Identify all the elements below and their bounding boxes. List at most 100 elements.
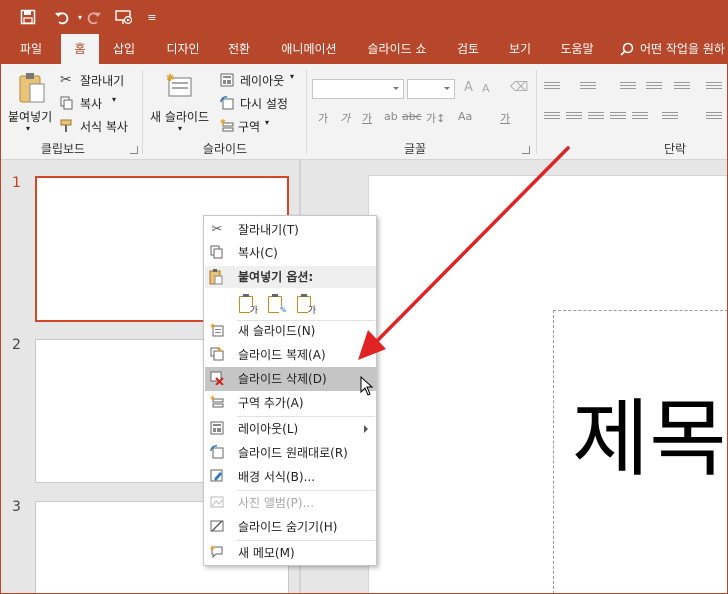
cut-button[interactable]: ✂ 잘라내기 — [60, 70, 140, 90]
chevron-down-icon: ▾ — [26, 124, 31, 133]
menu-item-label: 레이아웃(L) — [238, 422, 299, 436]
format-painter-button[interactable]: 서식 복사 — [60, 116, 140, 136]
line-spacing-icon[interactable] — [674, 82, 690, 94]
chevron-down-icon: ▾ — [265, 118, 270, 127]
tab-transitions[interactable]: 전환 — [218, 34, 260, 64]
italic-icon[interactable]: 가 — [340, 110, 350, 126]
tab-slideshow[interactable]: 슬라이드 쇼 — [358, 34, 436, 64]
undo-icon[interactable] — [52, 7, 72, 27]
tab-design[interactable]: 디자인 — [158, 34, 208, 64]
slide-number: 1 — [12, 175, 21, 191]
menu-item-label: 복사(C) — [238, 246, 278, 260]
align-center-icon[interactable] — [566, 112, 582, 124]
bold-icon[interactable]: 가 — [318, 110, 328, 126]
tab-view[interactable]: 보기 — [500, 34, 540, 64]
decrease-indent-icon[interactable] — [620, 82, 636, 94]
submenu-arrow-icon — [364, 425, 368, 433]
chevron-down-icon: ▾ — [178, 124, 183, 133]
menu-item-duplicate-slide[interactable]: ✱ 슬라이드 복제(A) — [205, 343, 376, 367]
increase-font-icon[interactable]: A — [464, 80, 473, 95]
tab-help[interactable]: 도움말 — [552, 34, 602, 64]
customize-qat-icon[interactable]: ≡ — [142, 7, 162, 27]
hide-slide-icon — [209, 519, 225, 535]
align-right-icon[interactable] — [588, 112, 604, 124]
character-spacing-icon[interactable]: 가↕ — [426, 110, 445, 126]
decrease-font-icon[interactable]: A — [482, 82, 490, 95]
svg-text:✱: ✱ — [210, 395, 215, 402]
numbering-icon[interactable] — [580, 82, 596, 94]
menu-item-label: 배경 서식(B)... — [238, 470, 316, 484]
menu-item-new-slide[interactable]: ✱ 새 슬라이드(N) — [205, 319, 376, 343]
slide-title-text[interactable]: 제목 — [572, 384, 727, 494]
clear-formatting-icon[interactable]: ⌫ — [510, 80, 528, 95]
layout-icon — [220, 73, 234, 87]
paragraph-group-label: 단락 — [663, 142, 687, 156]
menu-item-hide-slide[interactable]: 슬라이드 숨기기(H) — [205, 515, 376, 539]
redo-icon[interactable] — [84, 7, 104, 27]
duplicate-slide-icon: ✱ — [209, 347, 225, 363]
distributed-icon[interactable] — [632, 112, 648, 124]
menu-item-new-comment[interactable]: ✱ 새 메모(M) — [205, 541, 376, 565]
tell-me-box[interactable]: 어떤 작업을 원하 — [620, 34, 725, 64]
title-bar — [0, 0, 728, 34]
paste-keep-text-only-button[interactable]: 가 — [293, 293, 316, 316]
underline-icon[interactable]: 가 — [362, 110, 372, 126]
menu-item-label: 잘라내기(T) — [238, 223, 299, 237]
increase-indent-icon[interactable] — [646, 82, 662, 94]
shadow-icon[interactable]: ab — [384, 110, 398, 123]
reset-button[interactable]: 다시 설정 — [220, 93, 300, 113]
align-text-icon[interactable] — [706, 112, 722, 124]
font-group-label: 글꼴 — [403, 142, 427, 156]
menu-item-delete-slide[interactable]: 슬라이드 삭제(D) — [205, 367, 376, 391]
tab-home[interactable]: 홈 — [61, 34, 99, 64]
menu-item-label: 슬라이드 원래대로(R) — [238, 446, 348, 460]
menu-item-add-section[interactable]: ✱ 구역 추가(A) — [205, 391, 376, 415]
group-divider — [306, 70, 307, 154]
menu-item-label: 구역 추가(A) — [238, 396, 304, 410]
tab-review[interactable]: 검토 — [448, 34, 488, 64]
paste-keep-source-formatting-button[interactable]: ✎ — [264, 293, 287, 316]
new-slide-icon: ✱ — [166, 73, 192, 97]
paste-option-glyph: 가 — [249, 306, 258, 316]
align-left-icon[interactable] — [544, 112, 560, 124]
new-slide-button[interactable]: ✱ 새 슬라이드 ▾ — [148, 70, 216, 136]
save-icon[interactable] — [18, 7, 38, 27]
change-case-icon[interactable]: Aa — [458, 110, 472, 123]
format-painter-icon — [60, 119, 72, 132]
slide-number: 2 — [12, 337, 21, 353]
format-painter-label: 서식 복사 — [80, 120, 128, 134]
bullets-icon[interactable] — [544, 82, 560, 94]
menu-item-reset-slide[interactable]: 슬라이드 원래대로(R) — [205, 441, 376, 465]
tab-insert[interactable]: 삽입 — [104, 34, 144, 64]
menu-item-copy[interactable]: 복사(C) — [205, 241, 376, 265]
menu-item-cut[interactable]: ✂ 잘라내기(T) — [205, 218, 376, 242]
menu-item-photo-album[interactable]: 사진 앨범(P)... — [205, 491, 376, 515]
present-from-beginning-icon[interactable] — [114, 7, 134, 27]
tab-animations[interactable]: 애니메이션 — [272, 34, 346, 64]
text-direction-icon[interactable] — [706, 82, 722, 94]
svg-text:✱: ✱ — [217, 347, 222, 354]
new-comment-icon: ✱ — [209, 545, 225, 561]
font-name-combo[interactable] — [312, 79, 404, 99]
justify-icon[interactable] — [610, 112, 626, 124]
chevron-down-icon: ▾ — [112, 95, 117, 104]
columns-icon[interactable] — [662, 112, 678, 124]
layout-button[interactable]: 레이아웃 ▾ — [220, 70, 300, 90]
copy-button[interactable]: 복사 ▾ — [60, 93, 140, 113]
clipboard-launcher-icon[interactable] — [130, 146, 138, 154]
section-button[interactable]: ✱ 구역 ▾ — [220, 116, 300, 136]
menu-item-label: 사진 앨범(P)... — [238, 496, 315, 510]
paste-button[interactable]: 붙여넣기 ▾ — [6, 70, 56, 136]
font-launcher-icon[interactable] — [522, 146, 530, 154]
paste-option-glyph: 가 — [307, 306, 316, 316]
menu-item-format-background[interactable]: 배경 서식(B)... — [205, 465, 376, 489]
tab-file[interactable]: 파일 — [10, 34, 52, 64]
font-color-icon[interactable]: 가 — [500, 110, 510, 126]
menu-item-layout[interactable]: 레이아웃(L) — [205, 417, 376, 441]
strikethrough-icon[interactable]: abc — [402, 110, 422, 123]
copy-icon — [209, 245, 225, 261]
paste-use-destination-theme-button[interactable]: 가 — [235, 293, 258, 316]
paste-icon — [19, 73, 45, 103]
font-size-combo[interactable] — [407, 79, 455, 99]
section-label: 구역 — [238, 120, 261, 134]
